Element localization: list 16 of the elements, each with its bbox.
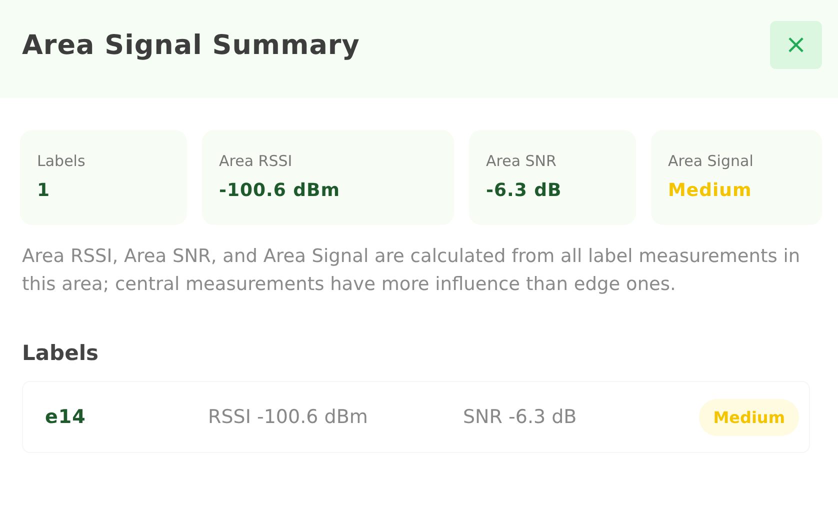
stat-value: Medium bbox=[668, 180, 753, 201]
snr-text: SNR -6.3 dB bbox=[463, 406, 578, 428]
stat-value: -100.6 dBm bbox=[219, 180, 342, 201]
description-text: Area RSSI, Area SNR, and Area Signal are calculated from all label measurements in this area; central measurements have more influence than edge ones. bbox=[22, 245, 802, 297]
stat-value: 1 bbox=[37, 180, 52, 201]
section-heading: Labels bbox=[22, 341, 100, 365]
stat-label: Area SNR bbox=[486, 152, 558, 170]
dialog-title: Area Signal Summary bbox=[22, 30, 360, 60]
stat-value: -6.3 dB bbox=[486, 180, 563, 201]
close-button[interactable]: × bbox=[770, 21, 822, 69]
signal-badge: Medium bbox=[699, 398, 799, 436]
stat-label: Area RSSI bbox=[219, 152, 294, 170]
stat-label: Area Signal bbox=[668, 152, 754, 170]
rssi-text: RSSI -100.6 dBm bbox=[208, 406, 369, 428]
stat-label: Labels bbox=[37, 152, 86, 170]
label-name: e14 bbox=[45, 406, 87, 428]
